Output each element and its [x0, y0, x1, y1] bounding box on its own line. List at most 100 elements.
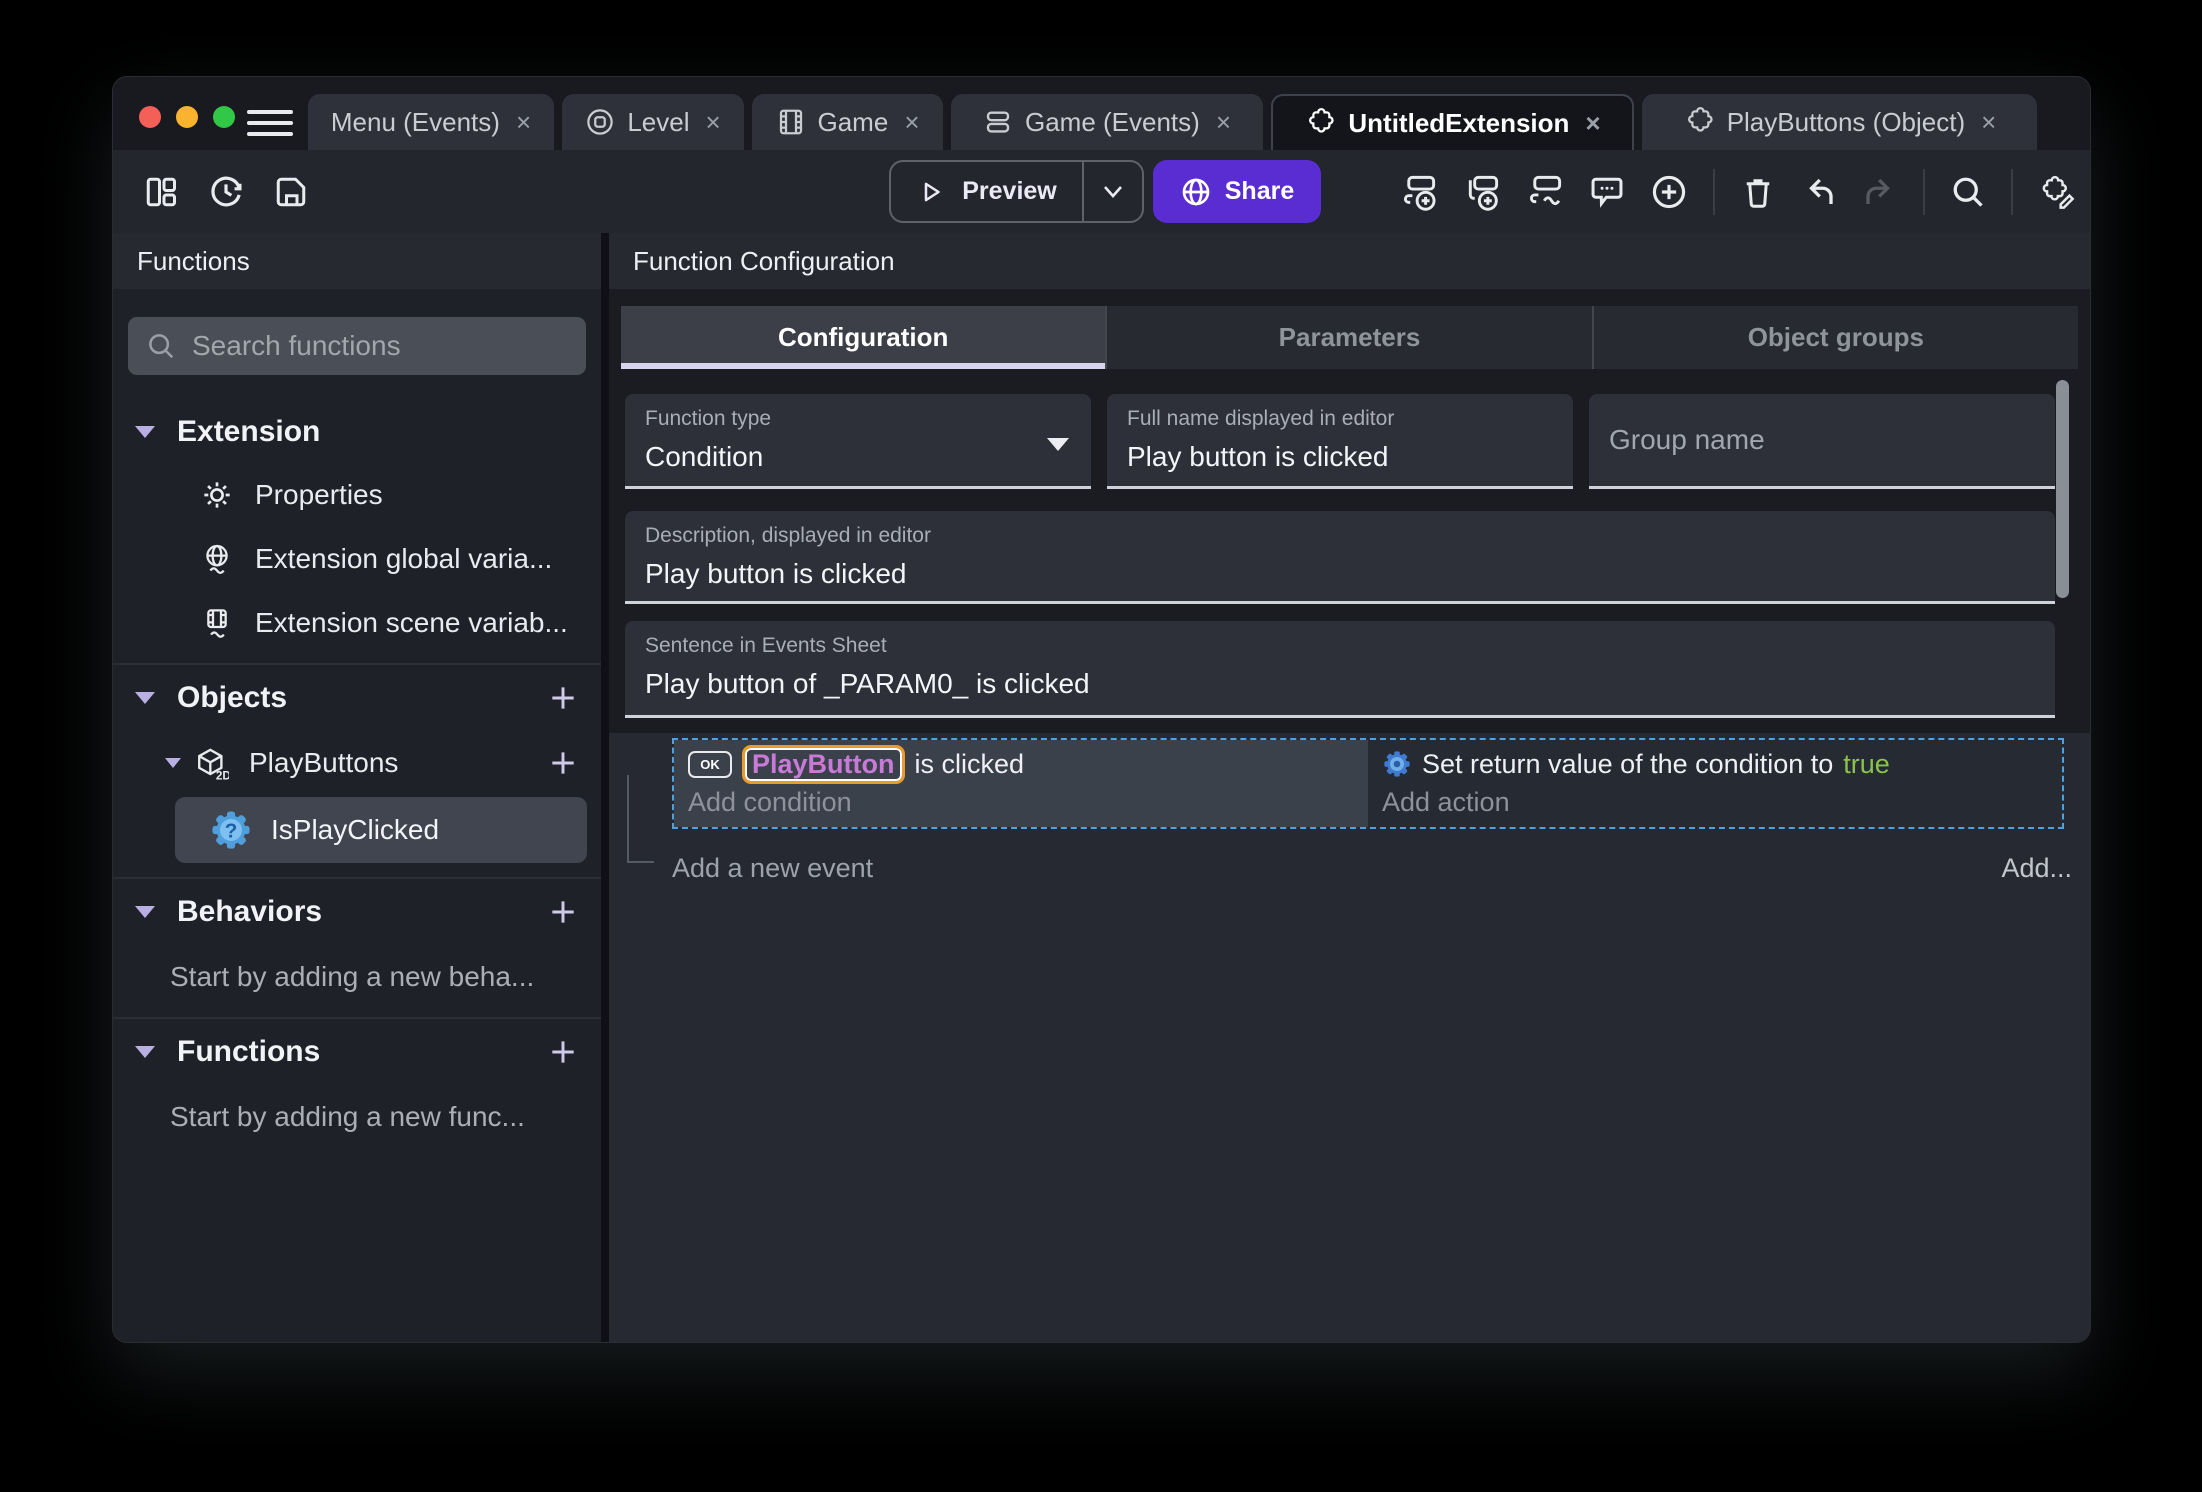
- search-icon[interactable]: [1950, 174, 1986, 210]
- button-object-icon: OK: [688, 750, 732, 778]
- add-new-event-button[interactable]: Add a new event: [672, 853, 873, 884]
- field-label: Full name displayed in editor: [1127, 407, 1395, 430]
- configuration-tabs: Configuration Parameters Object groups: [621, 306, 2078, 369]
- add-object-button[interactable]: [547, 682, 579, 714]
- panel-title: Function Configuration: [609, 233, 2090, 289]
- globe-variable-icon: [201, 543, 233, 575]
- functions-empty-text: Start by adding a new func...: [170, 1101, 525, 1132]
- tab-label: Game: [817, 106, 889, 137]
- add-event-icon[interactable]: [1400, 173, 1438, 211]
- add-function-to-object-button[interactable]: [547, 747, 579, 779]
- add-action-button[interactable]: Add action: [1382, 785, 2048, 819]
- sidebar-item-extension-scene-variables[interactable]: Extension scene variab...: [113, 591, 601, 655]
- add-behavior-button[interactable]: [547, 896, 579, 928]
- add-condition-icon[interactable]: [1526, 173, 1564, 211]
- section-functions: Functions: [113, 1017, 601, 1085]
- add-condition-button[interactable]: Add condition: [688, 785, 1354, 819]
- tab-parameters[interactable]: Parameters: [1107, 306, 1594, 369]
- tab-playbuttons-object[interactable]: PlayButtons (Object) ×: [1642, 94, 2037, 150]
- field-label: Sentence in Events Sheet: [645, 634, 887, 657]
- behaviors-empty-text: Start by adding a new beha...: [170, 961, 535, 992]
- close-tab-icon[interactable]: ×: [705, 107, 720, 138]
- tab-untitled-extension[interactable]: UntitledExtension ×: [1271, 94, 1634, 150]
- function-row-isplayclicked-selected[interactable]: ? IsPlayClicked: [175, 797, 587, 863]
- close-tab-icon[interactable]: ×: [516, 107, 531, 138]
- description-field[interactable]: Description, displayed in editor Play bu…: [625, 511, 2055, 604]
- menu-icon[interactable]: [247, 110, 293, 143]
- redo-icon[interactable]: [1862, 174, 1898, 210]
- tab-label: PlayButtons (Object): [1726, 106, 1966, 137]
- scene-icon: [585, 107, 615, 137]
- action-value-true[interactable]: true: [1843, 749, 1890, 780]
- preview-button[interactable]: Preview: [889, 160, 1144, 223]
- condition-object-name[interactable]: PlayButton: [742, 744, 905, 784]
- tab-menu-events[interactable]: Menu (Events) ×: [308, 94, 554, 150]
- version-history-icon[interactable]: [207, 173, 245, 211]
- share-button[interactable]: Share: [1153, 160, 1321, 223]
- search-functions-box[interactable]: [128, 317, 586, 375]
- add-subevent-icon[interactable]: [1463, 173, 1501, 211]
- collapse-arrow-icon[interactable]: [135, 1046, 155, 1058]
- open-project-manager-button[interactable]: [143, 174, 179, 210]
- group-name-field[interactable]: [1589, 394, 2055, 489]
- function-configuration-panel: Function Configuration Configuration Par…: [609, 233, 2090, 1342]
- svg-text:?: ?: [225, 820, 238, 843]
- tab-label: Menu (Events): [330, 106, 500, 137]
- tab-level[interactable]: Level ×: [562, 94, 744, 150]
- play-icon: [916, 177, 946, 207]
- sidebar-item-label: Extension global varia...: [255, 543, 553, 574]
- add-free-function-button[interactable]: [547, 1036, 579, 1068]
- search-functions-input[interactable]: [192, 330, 568, 362]
- close-tab-icon[interactable]: ×: [1216, 107, 1231, 138]
- search-icon: [146, 331, 176, 361]
- tab-configuration[interactable]: Configuration: [621, 306, 1108, 369]
- section-objects: Objects: [113, 663, 601, 731]
- selected-event-row[interactable]: OK PlayButton is clicked Add condition S…: [672, 738, 2064, 829]
- vertical-scrollbar[interactable]: [2056, 380, 2069, 598]
- field-value: Play button is clicked: [645, 558, 907, 589]
- undo-icon[interactable]: [1801, 174, 1837, 210]
- collapse-arrow-icon[interactable]: [135, 426, 155, 438]
- configuration-form: Configuration Parameters Object groups F…: [609, 289, 2090, 733]
- sidebar-item-extension-global-variables[interactable]: Extension global varia...: [113, 527, 601, 591]
- film-icon: [776, 107, 806, 137]
- field-label: Description, displayed in editor: [645, 524, 931, 547]
- group-name-input[interactable]: [1609, 424, 2035, 456]
- zoom-window-button[interactable]: [213, 106, 235, 128]
- scene-variable-icon: [201, 607, 233, 639]
- gear-icon: [201, 479, 233, 511]
- close-tab-icon[interactable]: ×: [904, 107, 919, 138]
- preview-options-dropdown[interactable]: [1082, 162, 1142, 221]
- section-extension: Extension: [113, 401, 601, 463]
- event-actions-cell[interactable]: Set return value of the condition to tru…: [1368, 740, 2062, 827]
- object-row-playbuttons[interactable]: 2D PlayButtons: [113, 731, 601, 795]
- function-type-select[interactable]: Function type Condition: [625, 394, 1091, 489]
- add-comment-icon[interactable]: [1589, 174, 1625, 210]
- tab-object-groups[interactable]: Object groups: [1594, 306, 2078, 369]
- close-tab-icon[interactable]: ×: [1981, 107, 1996, 138]
- return-value-gear-icon: [1382, 749, 1412, 779]
- section-label: Behaviors: [177, 895, 323, 928]
- full-name-field[interactable]: Full name displayed in editor Play butto…: [1107, 394, 1573, 489]
- edit-extension-icon[interactable]: [2038, 173, 2076, 211]
- collapse-arrow-icon[interactable]: [135, 906, 155, 918]
- close-window-button[interactable]: [139, 106, 161, 128]
- collapse-arrow-icon[interactable]: [135, 692, 155, 704]
- condition-function-icon: ?: [209, 808, 253, 852]
- tab-game[interactable]: Game ×: [752, 94, 943, 150]
- add-circle-icon[interactable]: [1650, 173, 1688, 211]
- section-behaviors: Behaviors: [113, 877, 601, 945]
- sidebar-item-properties[interactable]: Properties: [113, 463, 601, 527]
- add-more-button[interactable]: Add...: [2001, 853, 2072, 884]
- panel-divider[interactable]: [601, 233, 609, 1342]
- minimize-window-button[interactable]: [176, 106, 198, 128]
- action-text: Set return value of the condition to: [1422, 748, 1834, 779]
- close-tab-icon[interactable]: ×: [1585, 108, 1600, 139]
- field-label: Function type: [645, 407, 772, 430]
- tab-game-events[interactable]: Game (Events) ×: [951, 94, 1263, 150]
- save-icon[interactable]: [273, 174, 309, 210]
- sentence-field[interactable]: Sentence in Events Sheet Play button of …: [625, 621, 2055, 718]
- event-conditions-cell[interactable]: OK PlayButton is clicked Add condition: [674, 740, 1368, 827]
- collapse-arrow-icon[interactable]: [165, 758, 181, 768]
- delete-icon[interactable]: [1740, 174, 1776, 210]
